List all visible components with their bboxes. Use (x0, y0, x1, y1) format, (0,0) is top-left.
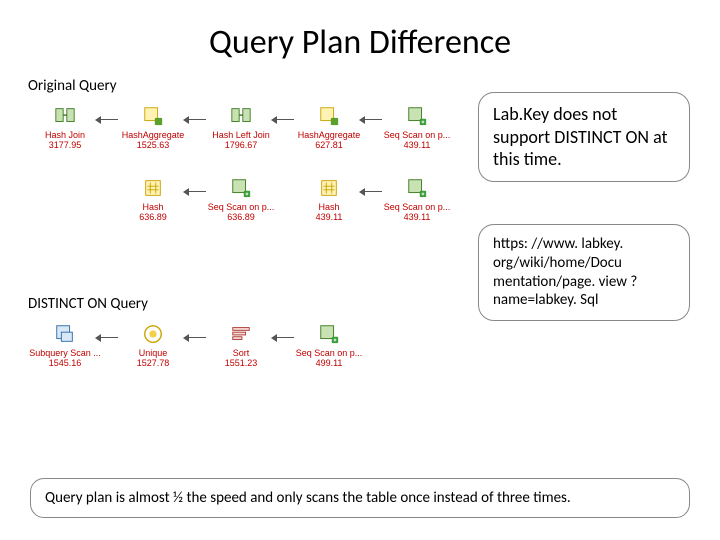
plan-node: HashAggregate627.81 (292, 105, 366, 151)
node-cost: 439.11 (292, 213, 366, 223)
node-cost: 439.11 (380, 213, 454, 223)
node-cost: 1551.23 (204, 359, 278, 369)
plan-node: Hash439.11 (292, 177, 366, 223)
plan-node: Unique1527.78 (116, 323, 190, 369)
hash-join-icon (230, 105, 252, 127)
plan-node: Seq Scan on p...439.11 (380, 177, 454, 223)
hash-join-icon (54, 105, 76, 127)
seq-scan-icon (406, 105, 428, 127)
node-cost: 1545.16 (28, 359, 102, 369)
node-cost: 1796.67 (204, 141, 278, 151)
node-cost: 636.89 (204, 213, 278, 223)
sort-icon (230, 323, 252, 345)
slide: Query Plan Difference Original Query Has… (0, 0, 720, 540)
plan-row: Hash Join3177.95 HashAggregate1525.63 Ha… (28, 105, 458, 177)
node-cost: 499.11 (292, 359, 366, 369)
callout-url: https: //www. labkey. org/wiki/home/Docu… (478, 224, 690, 321)
distinct-on-plan: Subquery Scan ...1545.16 Unique1527.78 S… (28, 323, 458, 395)
plan-node: Hash Left Join1796.67 (204, 105, 278, 151)
seq-scan-icon (406, 177, 428, 199)
original-query-plan: Hash Join3177.95 HashAggregate1525.63 Ha… (28, 105, 458, 249)
plan-node: Hash Join3177.95 (28, 105, 102, 151)
plan-node: Hash636.89 (116, 177, 190, 223)
node-cost: 1527.78 (116, 359, 190, 369)
node-cost: 627.81 (292, 141, 366, 151)
node-cost: 3177.95 (28, 141, 102, 151)
seq-scan-icon (230, 177, 252, 199)
hash-aggregate-icon (318, 105, 340, 127)
plan-row: Subquery Scan ...1545.16 Unique1527.78 S… (28, 323, 458, 395)
node-cost: 439.11 (380, 141, 454, 151)
callout-not-supported: Lab.Key does not support DISTINCT ON at … (478, 92, 690, 182)
footer-summary: Query plan is almost ½ the speed and onl… (30, 478, 690, 518)
hash-aggregate-icon (142, 105, 164, 127)
plan-node: Seq Scan on p...439.11 (380, 105, 454, 151)
plan-node: Seq Scan on p...636.89 (204, 177, 278, 223)
plan-node: Seq Scan on p...499.11 (292, 323, 366, 369)
hash-icon (318, 177, 340, 199)
plan-node: Sort1551.23 (204, 323, 278, 369)
subquery-icon (54, 323, 76, 345)
slide-title: Query Plan Difference (28, 22, 692, 63)
hash-icon (142, 177, 164, 199)
plan-node: Subquery Scan ...1545.16 (28, 323, 102, 369)
node-cost: 1525.63 (116, 141, 190, 151)
node-cost: 636.89 (116, 213, 190, 223)
plan-node: HashAggregate1525.63 (116, 105, 190, 151)
plan-row: Hash636.89 Seq Scan on p...636.89 Hash43… (28, 177, 458, 249)
unique-icon (142, 323, 164, 345)
seq-scan-icon (318, 323, 340, 345)
